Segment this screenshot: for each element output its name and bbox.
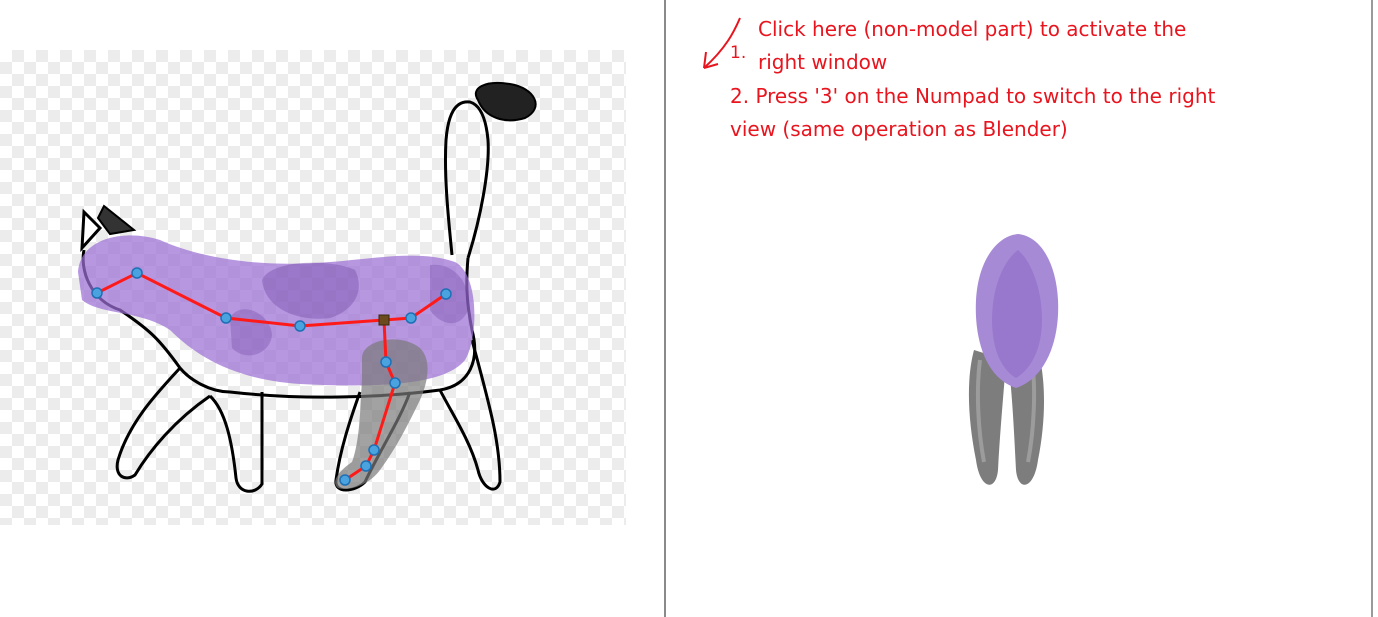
cat-tail-outline [443,100,490,259]
step1-number: 1. [730,43,747,63]
step1-line2: right window [758,50,888,74]
joint-spine-3 [405,312,417,324]
cat-drawing [78,82,537,493]
joint-tail-base [440,288,452,300]
left-viewport[interactable] [0,0,664,617]
window-edge [1371,0,1373,617]
joint-head [91,287,103,299]
joint-leg-toe [339,474,351,486]
joint-spine-1 [220,312,232,324]
joint-spine-2 [294,320,306,332]
cat-ear-right [96,204,137,236]
joint-leg-ankle [368,444,380,456]
cat-tail-tip [475,82,537,122]
joint-neck [131,267,143,279]
right-viewport[interactable]: 1. Click here (non-model part) to activa… [666,0,1372,617]
step2-line1: 2. Press '3' on the Numpad to switch to … [730,84,1216,108]
step1-line1: Click here (non-model part) to activate … [758,17,1187,41]
arrow-icon [703,17,741,69]
joint-leg-paw [360,460,372,472]
cat-front-leg-left [115,366,211,480]
joint-leg-hip [380,356,392,368]
step2-line2: view (same operation as Blender) [730,117,1068,141]
joint-root [378,314,390,326]
joint-leg-knee [389,377,401,389]
cat-front-leg-right [208,392,264,493]
